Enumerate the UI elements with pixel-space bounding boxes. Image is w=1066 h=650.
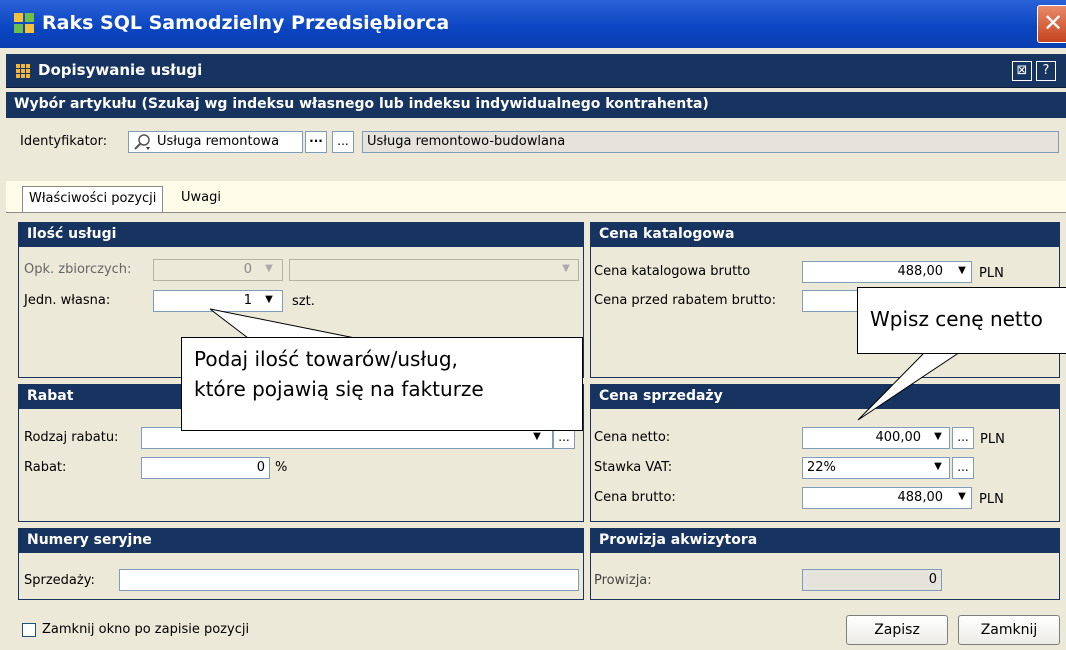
- quantity-callout-line2: które pojawią się na fakturze: [194, 377, 484, 401]
- quantity-callout-line1: Podaj ilość towarów/usług,: [194, 347, 458, 371]
- net-price-callout-text: Wpisz cenę netto: [870, 307, 1043, 331]
- quantity-callout: Podaj ilość towarów/usług, które pojawią…: [181, 337, 583, 431]
- net-price-callout: Wpisz cenę netto: [857, 287, 1066, 354]
